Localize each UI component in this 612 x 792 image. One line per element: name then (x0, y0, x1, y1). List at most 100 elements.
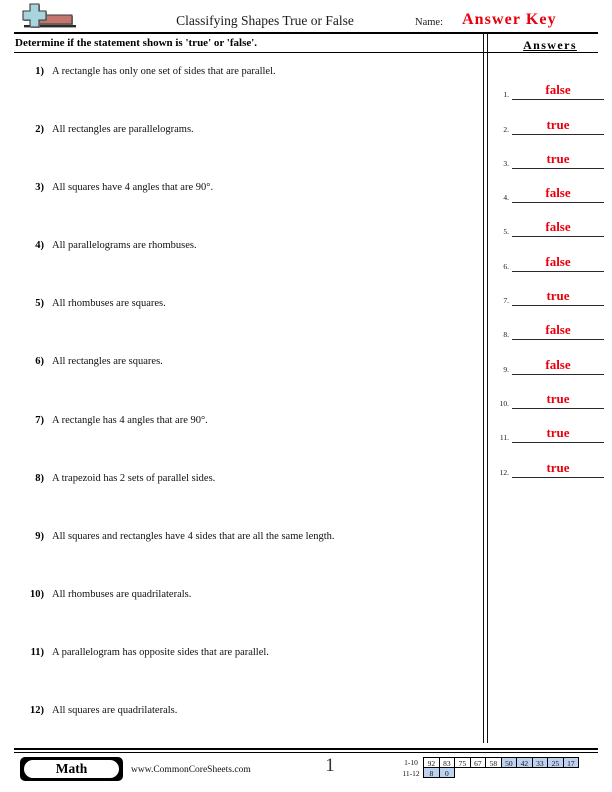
score-cell: 25 (547, 757, 564, 768)
score-row-label: 11-12 (402, 769, 420, 778)
question-number: 10) (30, 588, 44, 600)
answer-row: 10. true (492, 383, 608, 417)
answer-number: 4. (503, 193, 509, 203)
question-text: A parallelogram has opposite sides that … (52, 646, 269, 658)
question-number: 7) (35, 414, 44, 426)
question-list: 1) A rectangle has only one set of sides… (14, 58, 469, 755)
answer-blank-line (512, 407, 604, 409)
answer-number: 8. (503, 330, 509, 340)
answer-value: true (546, 425, 570, 441)
answer-number: 1. (503, 90, 509, 100)
question-text: All rectangles are parallelograms. (52, 124, 194, 136)
question-number: 4) (35, 240, 44, 252)
answer-blank-line (512, 442, 604, 444)
answers-list: 1. false 2. true 3. true 4. false 5. fal… (492, 74, 608, 486)
question-row: 11) A parallelogram has opposite sides t… (14, 639, 469, 697)
score-cell: 58 (485, 757, 502, 768)
question-text: All squares are quadrilaterals. (52, 705, 178, 717)
score-cell: 8 (423, 767, 440, 779)
answer-blank-line (512, 236, 604, 238)
question-number: 5) (35, 298, 44, 310)
answer-number: 3. (503, 158, 509, 168)
question-text: A trapezoid has 2 sets of parallel sides… (52, 472, 216, 484)
answer-number: 2. (503, 124, 509, 134)
question-row: 1) A rectangle has only one set of sides… (14, 58, 469, 116)
question-number: 1) (35, 66, 44, 77)
answer-blank-line (512, 476, 604, 478)
score-cell: 0 (438, 767, 455, 779)
question-number: 3) (35, 182, 44, 194)
answer-value: false (545, 219, 571, 235)
answer-blank-line (512, 270, 604, 272)
answer-number: 10. (499, 398, 509, 408)
question-text: All rectangles are squares. (52, 356, 163, 368)
question-row: 12) All squares are quadrilaterals. (14, 697, 469, 755)
score-row-label: 1-10 (404, 758, 418, 767)
answer-value: false (545, 82, 571, 98)
answer-row: 5. false (492, 211, 608, 245)
question-number: 8) (35, 472, 44, 484)
footer-divider-rule-outer (14, 748, 598, 750)
answer-value: true (546, 116, 570, 132)
question-text: A rectangle has only one set of sides th… (52, 66, 276, 77)
answer-blank-line (512, 99, 604, 101)
answer-number: 6. (503, 261, 509, 271)
answer-blank-line (512, 167, 604, 169)
score-cell: 67 (469, 757, 486, 768)
question-number: 12) (30, 705, 44, 717)
answer-value: true (546, 390, 570, 406)
question-row: 6) All rectangles are squares. (14, 348, 469, 406)
footer-divider-rule-inner (14, 752, 598, 753)
question-row: 2) All rectangles are parallelograms. (14, 116, 469, 174)
name-label: Name: (415, 17, 443, 28)
question-row: 8) A trapezoid has 2 sets of parallel si… (14, 465, 469, 523)
answer-number: 11. (499, 433, 509, 443)
site-url: www.CommonCoreSheets.com (131, 765, 251, 775)
question-text: All parallelograms are rhombuses. (52, 240, 197, 252)
answer-row: 2. true (492, 108, 608, 142)
question-row: 10) All rhombuses are quadrilaterals. (14, 581, 469, 639)
question-row: 3) All squares have 4 angles that are 90… (14, 174, 469, 232)
answer-value: false (545, 356, 571, 372)
score-row: 11-12 8 0 (398, 767, 579, 779)
column-divider-line-outer (483, 33, 484, 743)
answer-number: 5. (503, 227, 509, 237)
answer-row: 7. true (492, 280, 608, 314)
question-row: 9) All squares and rectangles have 4 sid… (14, 523, 469, 581)
answer-value: true (546, 150, 570, 166)
answer-row: 3. true (492, 143, 608, 177)
answer-value: false (545, 322, 571, 338)
header-divider-rule (14, 32, 598, 34)
subject-badge-inner: Math (24, 760, 119, 778)
score-cell: 17 (562, 757, 579, 768)
plus-block-logo-icon (18, 3, 80, 33)
column-divider-line-inner (487, 33, 488, 743)
answer-row: 6. false (492, 245, 608, 279)
answer-number: 9. (503, 364, 509, 374)
answer-number: 12. (499, 467, 509, 477)
score-cell: 50 (500, 757, 517, 768)
subject-badge-label: Math (55, 761, 88, 776)
name-value: Answer Key (462, 11, 557, 28)
answer-row: 11. true (492, 417, 608, 451)
page-header: Classifying Shapes True or False Name: A… (0, 0, 612, 34)
question-number: 11) (30, 646, 44, 658)
answers-heading: Answers (523, 38, 577, 52)
score-key-table: 1-10 92 83 75 67 58 50 42 33 25 17 11-12… (398, 757, 579, 779)
question-number: 9) (35, 530, 44, 542)
answer-blank-line (512, 133, 604, 135)
answer-value: true (546, 459, 570, 475)
answer-value: true (546, 288, 570, 304)
question-row: 4) All parallelograms are rhombuses. (14, 232, 469, 290)
answer-number: 7. (503, 296, 509, 306)
worksheet-page: Classifying Shapes True or False Name: A… (0, 0, 612, 792)
answer-blank-line (512, 373, 604, 375)
answer-row: 4. false (492, 177, 608, 211)
question-text: All rhombuses are squares. (52, 298, 166, 310)
question-text: All squares have 4 angles that are 90°. (52, 182, 214, 194)
question-number: 2) (35, 124, 44, 136)
answer-row: 1. false (492, 74, 608, 108)
answer-blank-line (512, 202, 604, 204)
score-cell: 42 (516, 757, 533, 768)
answer-row: 9. false (492, 348, 608, 382)
